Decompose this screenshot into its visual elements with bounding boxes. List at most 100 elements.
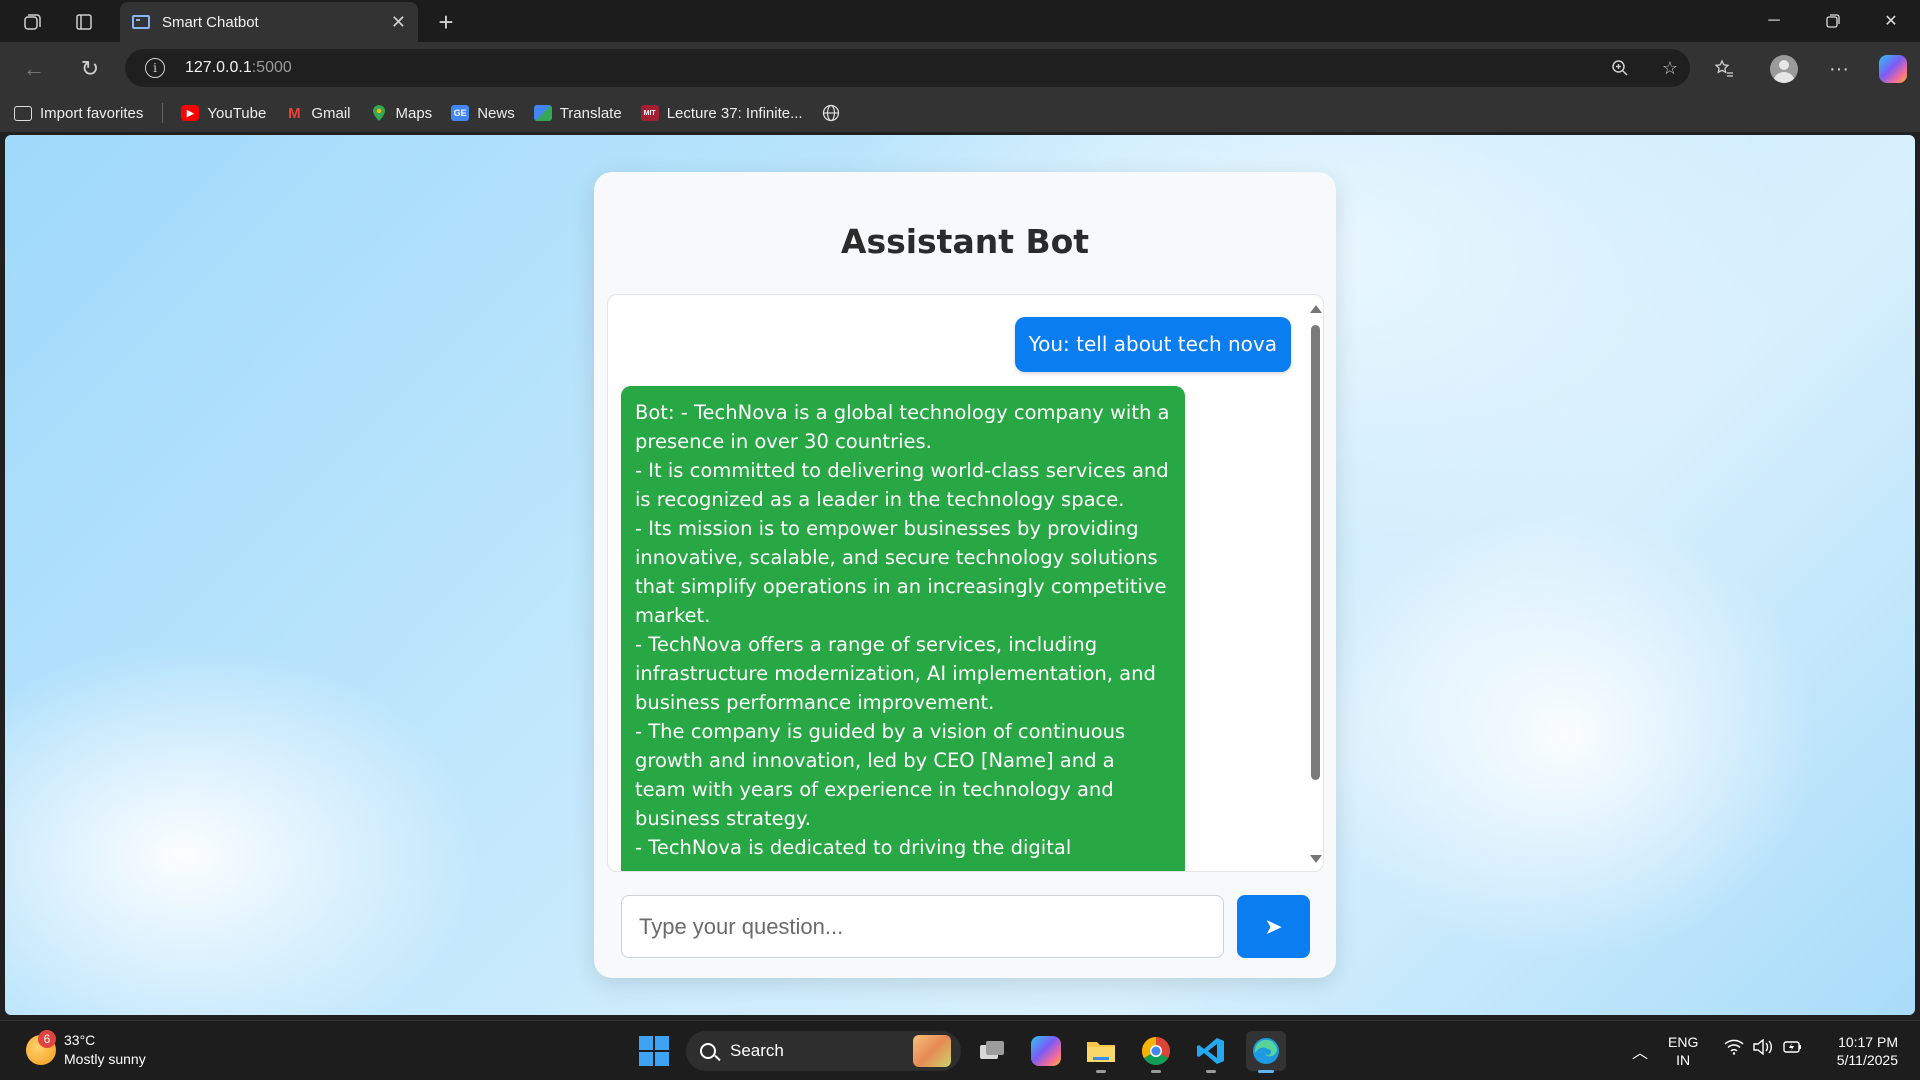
user-message: You: tell about tech nova xyxy=(1014,317,1291,372)
edge-icon xyxy=(1253,1038,1279,1064)
avatar xyxy=(1770,55,1798,83)
tab-smart-chatbot[interactable]: Smart Chatbot ✕ xyxy=(120,2,418,42)
news-icon: GE xyxy=(451,105,470,121)
more-menu-icon[interactable]: ··· xyxy=(1823,53,1855,85)
search-highlight-image xyxy=(913,1035,951,1067)
favorite-translate[interactable]: Translate xyxy=(533,104,622,122)
search-label: Search xyxy=(730,1041,784,1060)
address-bar[interactable]: i 127.0.0.1:5000 ☆ xyxy=(125,49,1690,87)
vscode-app[interactable] xyxy=(1191,1031,1231,1073)
running-indicator xyxy=(1096,1070,1106,1073)
globe-button[interactable] xyxy=(822,104,848,122)
youtube-icon: ▶ xyxy=(181,105,200,121)
edge-app[interactable] xyxy=(1246,1031,1286,1073)
start-button[interactable] xyxy=(634,1031,674,1071)
send-button[interactable]: ➤ xyxy=(1237,895,1310,958)
language-indicator[interactable]: ENG IN xyxy=(1668,1033,1698,1069)
favorites-icon[interactable] xyxy=(1708,53,1740,85)
clock-time: 10:17 PM xyxy=(1838,1034,1898,1050)
weather-badge: 6 xyxy=(38,1030,56,1048)
scrollbar-thumb[interactable] xyxy=(1311,325,1320,780)
question-input[interactable] xyxy=(621,895,1224,958)
region-code: IN xyxy=(1676,1052,1691,1068)
favorite-label: Gmail xyxy=(311,104,351,122)
favorite-label: Translate xyxy=(559,104,622,122)
chrome-icon xyxy=(1142,1037,1170,1065)
copilot-app-icon xyxy=(1031,1036,1061,1066)
profile-button[interactable] xyxy=(1768,53,1800,85)
battery-icon[interactable] xyxy=(1782,1039,1804,1060)
close-window-icon[interactable]: ✕ xyxy=(1868,6,1914,36)
restore-icon[interactable] xyxy=(1810,6,1856,36)
translate-icon xyxy=(533,105,552,121)
tab-title: Smart Chatbot xyxy=(162,13,259,31)
page-title: Assistant Bot xyxy=(840,222,1090,261)
tab-actions-icon[interactable] xyxy=(70,8,98,36)
scroll-up-arrow-icon[interactable] xyxy=(1310,305,1322,313)
page-viewport: Assistant Bot You: tell about tech nova … xyxy=(5,135,1915,1015)
import-icon xyxy=(14,105,32,121)
maps-icon xyxy=(370,105,388,121)
divider xyxy=(162,103,164,123)
bot-message: Bot: - TechNova is a global technology c… xyxy=(621,386,1185,871)
site-info-icon[interactable]: i xyxy=(145,58,165,78)
task-view-icon xyxy=(980,1041,1004,1059)
favorite-gmail[interactable]: M Gmail xyxy=(285,105,350,122)
clock-date: 5/11/2025 xyxy=(1836,1052,1898,1068)
favorite-maps[interactable]: Maps xyxy=(370,104,433,122)
back-icon[interactable]: ← xyxy=(18,53,50,85)
favorite-label: YouTube xyxy=(207,104,267,122)
favorite-label: Maps xyxy=(395,104,433,122)
close-tab-icon[interactable]: ✕ xyxy=(391,12,406,33)
clock[interactable]: 10:17 PM 5/11/2025 xyxy=(1818,1033,1898,1069)
weather-description: Mostly sunny xyxy=(64,1051,146,1067)
weather-temperature: 33°C xyxy=(64,1032,96,1048)
favorites-bar: Import favorites ▶ YouTube M Gmail Maps … xyxy=(0,94,1920,132)
favorite-import[interactable]: Import favorites xyxy=(14,105,143,122)
scrollbar[interactable] xyxy=(1307,295,1323,871)
chat-card: Assistant Bot You: tell about tech nova … xyxy=(594,172,1336,978)
volume-icon[interactable] xyxy=(1752,1038,1774,1060)
wifi-icon[interactable] xyxy=(1724,1039,1744,1060)
task-view-button[interactable] xyxy=(972,1031,1012,1071)
favorite-label: News xyxy=(477,104,515,122)
terminal-icon xyxy=(132,15,150,29)
favorite-label: Lecture 37: Infinite... xyxy=(666,104,803,122)
weather-sun-icon: 6 xyxy=(26,1030,56,1065)
scroll-down-arrow-icon[interactable] xyxy=(1310,855,1322,863)
taskbar: 6 33°C Mostly sunny Search ︿ ENG IN 10:1… xyxy=(0,1020,1920,1080)
windows-logo-icon xyxy=(639,1036,669,1066)
globe-icon xyxy=(822,104,840,122)
taskbar-search[interactable]: Search xyxy=(686,1031,961,1071)
new-tab-icon[interactable]: + xyxy=(432,7,460,37)
vscode-icon xyxy=(1197,1038,1224,1064)
favorite-news[interactable]: GE News xyxy=(451,105,515,122)
tab-bar: Smart Chatbot ✕ + ─ ✕ xyxy=(0,0,1920,42)
weather-widget[interactable]: 6 33°C Mostly sunny xyxy=(26,1030,146,1069)
folder-icon xyxy=(1087,1042,1115,1062)
show-hidden-icons-chevron-icon[interactable]: ︿ xyxy=(1632,1039,1648,1063)
gmail-icon: M xyxy=(288,104,301,122)
zoom-icon[interactable] xyxy=(1607,55,1633,81)
running-indicator xyxy=(1151,1070,1161,1073)
copilot-app[interactable] xyxy=(1026,1031,1066,1071)
language-code: ENG xyxy=(1668,1034,1699,1050)
minimize-icon[interactable]: ─ xyxy=(1751,6,1797,36)
favorite-lecture[interactable]: MIT Lecture 37: Infinite... xyxy=(640,104,803,122)
favorite-star-icon[interactable]: ☆ xyxy=(1657,55,1683,81)
active-indicator xyxy=(1258,1070,1274,1073)
running-indicator xyxy=(1206,1070,1216,1073)
mit-ocw-icon: MIT xyxy=(640,105,659,121)
copilot-icon xyxy=(1879,55,1907,83)
chrome-app[interactable] xyxy=(1136,1031,1176,1073)
url-text[interactable]: 127.0.0.1:5000 xyxy=(185,59,292,77)
workspaces-icon[interactable] xyxy=(18,8,46,36)
search-icon xyxy=(700,1043,716,1059)
favorite-youtube[interactable]: ▶ YouTube xyxy=(181,105,266,122)
favorite-label: Import favorites xyxy=(40,104,144,122)
refresh-icon[interactable]: ↻ xyxy=(74,53,106,85)
address-row: ← ↻ i 127.0.0.1:5000 ☆ ··· xyxy=(0,42,1920,94)
file-explorer-app[interactable] xyxy=(1081,1031,1121,1073)
chat-history[interactable]: You: tell about tech nova Bot: - TechNov… xyxy=(607,294,1324,872)
copilot-button[interactable] xyxy=(1877,53,1909,85)
